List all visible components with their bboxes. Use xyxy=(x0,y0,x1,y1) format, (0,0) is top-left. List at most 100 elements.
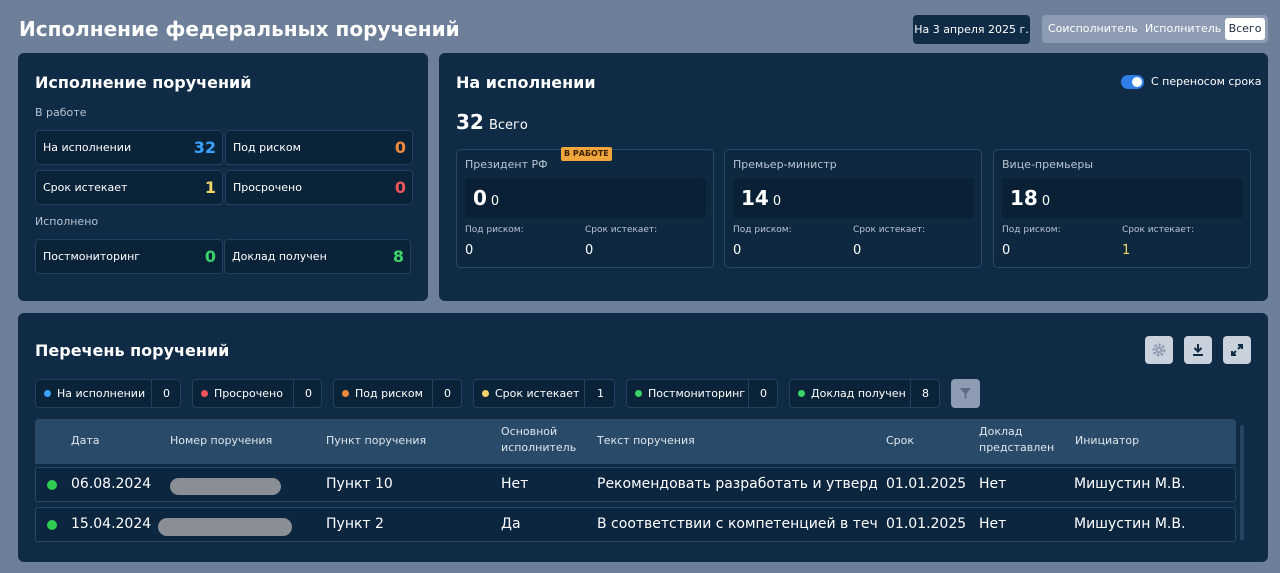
chip-label: Постмониторинг xyxy=(648,387,746,400)
cell-initiator: Мишустин М.В. xyxy=(1074,516,1186,532)
cell-deadline: 01.01.2025 xyxy=(886,476,967,492)
deadline-transfer-toggle[interactable] xyxy=(1121,75,1144,89)
status-dot xyxy=(47,520,57,530)
expand-button[interactable] xyxy=(1223,336,1251,364)
chip-divider xyxy=(432,380,433,407)
status-dot xyxy=(798,390,805,397)
status-dot xyxy=(635,390,642,397)
chip-count: 1 xyxy=(597,387,604,400)
chip-count: 0 xyxy=(444,387,451,400)
card-title: Президент РФ xyxy=(465,158,548,171)
card-count-box: 00 xyxy=(465,178,706,218)
filter-chip-at-risk[interactable]: Под риском 0 xyxy=(333,379,462,408)
filter-button[interactable] xyxy=(951,379,980,408)
cell-executor: Нет xyxy=(501,476,529,492)
card-vice-premiers[interactable]: Вице-премьеры 18 0 Под риском: Срок истек… xyxy=(993,149,1251,268)
expiring-value: 0 xyxy=(585,243,594,258)
cell-initiator: Мишустин М.В. xyxy=(1074,476,1186,492)
column-header-text[interactable]: Текст поручения xyxy=(597,433,695,449)
page-title: Исполнение федеральных поручений xyxy=(19,17,460,41)
column-header-deadline[interactable]: Срок xyxy=(886,433,914,449)
chip-divider xyxy=(151,380,152,407)
cell-report: Нет xyxy=(979,516,1007,532)
filter-chip-on-execution[interactable]: На исполнении 0 xyxy=(35,379,181,408)
stat-value: 0 xyxy=(394,138,406,157)
table-row[interactable]: 15.04.2024 Пункт 2 Да В соответствии с к… xyxy=(35,507,1236,542)
cell-item: Пункт 2 xyxy=(326,516,384,532)
table-row[interactable]: 06.08.2024 Пункт 10 Нет Рекомендовать ра… xyxy=(35,467,1236,502)
cell-date: 06.08.2024 xyxy=(71,476,152,492)
cell-executor: Да xyxy=(501,516,521,532)
stat-label: Под риском xyxy=(233,141,301,154)
settings-button[interactable] xyxy=(1145,336,1173,364)
stat-report-received[interactable]: Доклад получен 8 xyxy=(224,239,411,274)
redacted-number xyxy=(158,518,292,536)
card-secondary-value: 0 xyxy=(1041,194,1051,209)
total-label: Всего xyxy=(488,118,528,133)
stat-label: Доклад получен xyxy=(232,250,327,263)
column-header-report[interactable]: Доклад представлен xyxy=(979,424,1054,456)
column-header-date[interactable]: Дата xyxy=(71,433,99,449)
risk-label: Под риском: xyxy=(465,225,524,235)
status-badge: В РАБОТЕ xyxy=(561,147,612,161)
execution-total: 32 Всего xyxy=(456,110,528,134)
cell-report: Нет xyxy=(979,476,1007,492)
risk-label: Под риском: xyxy=(733,225,792,235)
stat-expiring[interactable]: Срок истекает 1 xyxy=(35,170,223,205)
column-header-line: Основной xyxy=(501,425,558,438)
stat-at-risk[interactable]: Под риском 0 xyxy=(225,130,413,165)
stat-value: 1 xyxy=(204,178,216,197)
table-scrollbar[interactable] xyxy=(1240,425,1244,540)
stat-value: 8 xyxy=(392,247,404,266)
card-main-value: 18 xyxy=(1010,186,1038,210)
execution-title: На исполнении xyxy=(456,73,596,92)
top-bar: Исполнение федеральных поручений На 3 ап… xyxy=(0,0,1280,52)
card-main-value: 0 xyxy=(473,186,487,210)
card-title: Вице-премьеры xyxy=(1002,158,1094,171)
chip-label: Доклад получен xyxy=(811,387,906,400)
summary-panel: Исполнение поручений В работе На исполне… xyxy=(18,53,428,301)
card-prime-minister[interactable]: Премьер-министр 14 0 Под риском: Срок ист… xyxy=(724,149,982,268)
filter-chip-expiring[interactable]: Срок истекает 1 xyxy=(473,379,615,408)
status-dot xyxy=(44,390,51,397)
download-icon xyxy=(1193,344,1203,356)
toggle-knob xyxy=(1132,77,1142,87)
risk-value: 0 xyxy=(465,243,474,258)
column-header-initiator[interactable]: Инициатор xyxy=(1075,433,1139,449)
column-header-line: Доклад xyxy=(979,425,1023,438)
segment-total[interactable]: Всего xyxy=(1225,18,1265,40)
column-header-item[interactable]: Пункт поручения xyxy=(326,433,426,449)
download-button[interactable] xyxy=(1184,336,1212,364)
cell-deadline: 01.01.2025 xyxy=(886,516,967,532)
expand-icon xyxy=(1231,344,1243,356)
risk-value: 0 xyxy=(733,243,742,258)
chip-divider xyxy=(584,380,585,407)
funnel-icon xyxy=(960,388,971,399)
total-value: 32 xyxy=(456,110,484,134)
stat-overdue[interactable]: Просрочено 0 xyxy=(225,170,413,205)
filter-chip-report-received[interactable]: Доклад получен 8 xyxy=(789,379,940,408)
filter-chip-postmonitoring[interactable]: Постмониторинг 0 xyxy=(626,379,778,408)
stat-on-execution[interactable]: На исполнении 32 xyxy=(35,130,223,165)
filter-chip-overdue[interactable]: Просрочено 0 xyxy=(192,379,322,408)
segment-coexecutor[interactable]: Соисполнитель xyxy=(1048,18,1138,40)
card-secondary-value: 0 xyxy=(772,194,782,209)
card-president[interactable]: Президент РФ В РАБОТЕ 00 Под риском: Сро… xyxy=(456,147,714,268)
chip-divider xyxy=(910,380,911,407)
stat-value: 0 xyxy=(204,247,216,266)
chip-count: 0 xyxy=(305,387,312,400)
stat-postmonitoring[interactable]: Постмониторинг 0 xyxy=(35,239,223,274)
column-header-number[interactable]: Номер поручения xyxy=(170,433,272,449)
chip-count: 8 xyxy=(922,387,929,400)
expiring-label: Срок истекает: xyxy=(1122,225,1195,235)
list-title: Перечень поручений xyxy=(35,341,230,360)
chip-count: 0 xyxy=(163,387,170,400)
stat-label: Просрочено xyxy=(233,181,302,194)
date-badge[interactable]: На 3 апреля 2025 г. xyxy=(913,15,1030,44)
column-header-executor[interactable]: Основной исполнитель xyxy=(501,424,576,456)
risk-label: Под риском: xyxy=(1002,225,1061,235)
segment-executor[interactable]: Исполнитель xyxy=(1145,18,1221,40)
cell-item: Пункт 10 xyxy=(326,476,393,492)
status-dot xyxy=(47,480,57,490)
column-header-line: представлен xyxy=(979,441,1055,454)
